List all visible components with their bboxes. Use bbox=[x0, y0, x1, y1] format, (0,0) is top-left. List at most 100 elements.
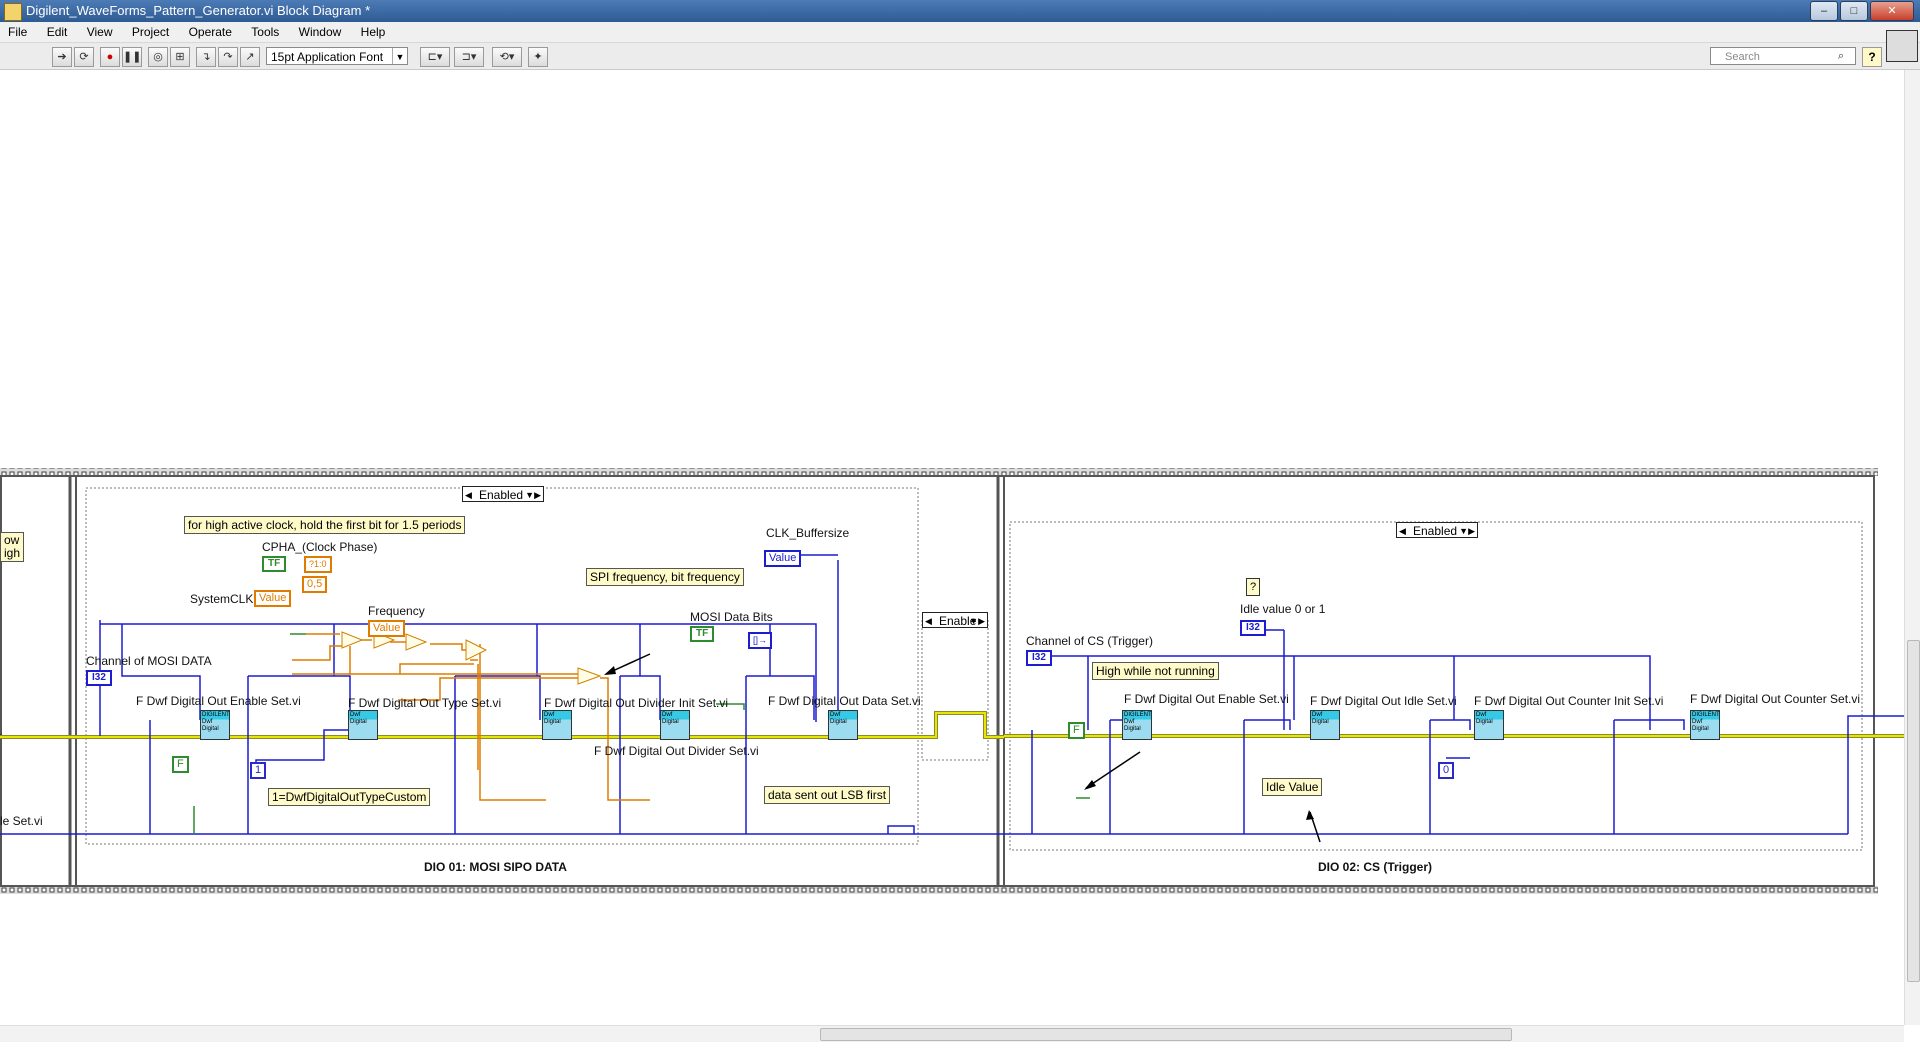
highlight-execution-icon[interactable]: ◎ bbox=[148, 47, 168, 67]
enable-case-selector[interactable]: ◀ Enable ▼▶ bbox=[922, 612, 988, 628]
channel-cs-label: Channel of CS (Trigger) bbox=[1026, 634, 1153, 648]
data-set-node[interactable]: Dwf Digital bbox=[828, 710, 858, 740]
mosi-data-bits-terminal[interactable]: TF bbox=[690, 626, 715, 642]
channel-mosi-terminal[interactable]: I32 bbox=[86, 670, 112, 686]
vi-counter-label: F Dwf Digital Out Counter Set.vi bbox=[1690, 692, 1861, 706]
node-text-2: Dwf bbox=[202, 719, 213, 725]
node-text-1: Dwf bbox=[830, 712, 841, 718]
menu-help[interactable]: Help bbox=[353, 22, 394, 39]
idle-question-mark: ? bbox=[1246, 578, 1260, 596]
enable-set-node-1[interactable]: DIGILENT Dwf Digital bbox=[200, 710, 230, 740]
node-text-2: Digital bbox=[1476, 719, 1493, 725]
menu-file[interactable]: File bbox=[0, 22, 35, 39]
vi-counter-init-label: F Dwf Digital Out Counter Init Set.vi bbox=[1474, 694, 1664, 708]
frame1-selector-label: Enabled bbox=[479, 488, 524, 502]
node-text-2: Dwf bbox=[1124, 719, 1135, 725]
font-selector-value: 15pt Application Font bbox=[271, 50, 384, 64]
step-out-icon[interactable]: ↗ bbox=[240, 47, 260, 67]
systemclk-label: SystemCLK bbox=[190, 592, 254, 606]
step-into-icon[interactable]: ↴ bbox=[196, 47, 216, 67]
step-over-icon[interactable]: ↷ bbox=[218, 47, 238, 67]
channel-mosi-label: Channel of MOSI DATA bbox=[86, 654, 212, 668]
frame1-case-selector[interactable]: ◀ Enabled ▼▶ bbox=[462, 486, 544, 502]
vi-type-label: F Dwf Digital Out Type Set.vi bbox=[348, 696, 502, 710]
node-text-1: DIGILENT bbox=[1124, 712, 1152, 718]
cpha-label: CPHA_(Clock Phase) bbox=[262, 540, 378, 554]
run-arrow-icon[interactable]: ➔ bbox=[52, 47, 72, 67]
high-while-not-running-comment: High while not running bbox=[1092, 662, 1219, 680]
counter-init-set-node[interactable]: Dwf Digital bbox=[1474, 710, 1504, 740]
menu-project[interactable]: Project bbox=[124, 22, 177, 39]
left-partial-vi-label: le Set.vi bbox=[0, 814, 43, 828]
vertical-scrollbar[interactable] bbox=[1904, 70, 1920, 1025]
systemclk-terminal[interactable]: Value bbox=[254, 590, 292, 607]
divider-set-node[interactable]: Dwf Digital bbox=[660, 710, 690, 740]
spi-frequency-comment: SPI frequency, bit frequency bbox=[586, 568, 744, 586]
title-bar: Digilent_WaveForms_Pattern_Generator.vi … bbox=[0, 0, 1920, 22]
node-text-2: Digital bbox=[350, 719, 367, 725]
constant-1[interactable]: 1 bbox=[250, 762, 267, 779]
run-continuously-icon[interactable]: ⟳ bbox=[74, 47, 94, 67]
vi-idle-label: F Dwf Digital Out Idle Set.vi bbox=[1310, 694, 1457, 708]
false-constant-2[interactable]: F bbox=[1068, 722, 1085, 739]
horizontal-scroll-thumb[interactable] bbox=[820, 1028, 1512, 1041]
constant-0-5[interactable]: 0,5 bbox=[302, 576, 328, 593]
enable-set-node-2[interactable]: DIGILENT Dwf Digital bbox=[1122, 710, 1152, 740]
divider-init-set-node[interactable]: Dwf Digital bbox=[542, 710, 572, 740]
frequency-terminal[interactable]: Value bbox=[368, 620, 406, 637]
block-diagram-canvas[interactable]: ow igh le Set.vi ◀ Enabled ▼▶ for high acti… bbox=[0, 70, 1904, 1025]
labview-app-icon bbox=[4, 3, 22, 21]
menu-edit[interactable]: Edit bbox=[39, 22, 76, 39]
false-constant-1[interactable]: F bbox=[172, 756, 189, 773]
window-title: Digilent_WaveForms_Pattern_Generator.vi … bbox=[26, 3, 371, 18]
idle-set-node[interactable]: Dwf Digital bbox=[1310, 710, 1340, 740]
font-selector[interactable]: 15pt Application Font ▼ bbox=[266, 47, 408, 65]
horizontal-scrollbar[interactable] bbox=[0, 1025, 1904, 1042]
idle-value-terminal[interactable]: I32 bbox=[1240, 620, 1266, 636]
type-custom-comment: 1=DwfDigitalOutTypeCustom bbox=[268, 788, 431, 806]
frame2-case-selector[interactable]: ◀ Enabled ▼▶ bbox=[1396, 522, 1478, 538]
vi-divider-label: F Dwf Digital Out Divider Set.vi bbox=[594, 744, 759, 758]
menu-view[interactable]: View bbox=[79, 22, 121, 39]
comment-line-2: igh bbox=[4, 546, 21, 560]
maximize-button[interactable]: □ bbox=[1840, 1, 1868, 21]
pause-icon[interactable]: ❚❚ bbox=[122, 47, 142, 67]
vertical-scroll-thumb[interactable] bbox=[1907, 640, 1920, 982]
reorder-icon[interactable]: ⟲▾ bbox=[492, 47, 522, 67]
array-size-node[interactable]: []→ bbox=[748, 632, 773, 649]
clean-up-diagram-icon[interactable]: ✦ bbox=[528, 47, 548, 67]
frequency-label: Frequency bbox=[368, 604, 425, 618]
node-text-1: Dwf bbox=[544, 712, 555, 718]
toolbar: ➔ ⟳ ● ❚❚ ◎ ⊞ ↴ ↷ ↗ 15pt Application Font… bbox=[0, 43, 1920, 70]
idle-value-comment: Idle Value bbox=[1262, 778, 1323, 796]
menu-operate[interactable]: Operate bbox=[181, 22, 240, 39]
sequence-frame-top-border bbox=[0, 468, 1878, 476]
bool-to-int-node[interactable]: ?1:0 bbox=[304, 556, 332, 573]
clk-buffersize-terminal[interactable]: Value bbox=[764, 550, 802, 567]
align-objects-icon[interactable]: ⊏▾ bbox=[420, 47, 450, 67]
menu-tools[interactable]: Tools bbox=[243, 22, 287, 39]
vi-icon bbox=[1886, 30, 1918, 62]
counter-set-node[interactable]: DIGILENT Dwf Digital bbox=[1690, 710, 1720, 740]
frame2-caption: DIO 02: CS (Trigger) bbox=[1318, 860, 1433, 874]
abort-icon[interactable]: ● bbox=[100, 47, 120, 67]
constant-0[interactable]: 0 bbox=[1438, 762, 1455, 779]
retain-wire-values-icon[interactable]: ⊞ bbox=[170, 47, 190, 67]
frame1-caption: DIO 01: MOSI SIPO DATA bbox=[424, 860, 567, 874]
channel-cs-terminal[interactable]: I32 bbox=[1026, 650, 1052, 666]
node-text-2: Digital bbox=[1312, 719, 1329, 725]
context-help-button[interactable]: ? bbox=[1862, 47, 1882, 67]
node-text-1: Dwf bbox=[350, 712, 361, 718]
cpha-terminal[interactable]: TF bbox=[262, 556, 287, 572]
search-icon[interactable]: ⌕ bbox=[1832, 47, 1850, 65]
minimize-button[interactable]: – bbox=[1810, 1, 1838, 21]
menu-window[interactable]: Window bbox=[291, 22, 350, 39]
clock-hold-comment: for high active clock, hold the first bi… bbox=[184, 516, 466, 534]
node-text-1: Dwf bbox=[1476, 712, 1487, 718]
node-text-3: Digital bbox=[202, 726, 219, 732]
window-controls: – □ ✕ bbox=[1810, 1, 1914, 21]
close-button[interactable]: ✕ bbox=[1870, 1, 1914, 21]
distribute-objects-icon[interactable]: ⊐▾ bbox=[454, 47, 484, 67]
idle-value-label: Idle value 0 or 1 bbox=[1240, 602, 1326, 616]
type-set-node[interactable]: Dwf Digital bbox=[348, 710, 378, 740]
